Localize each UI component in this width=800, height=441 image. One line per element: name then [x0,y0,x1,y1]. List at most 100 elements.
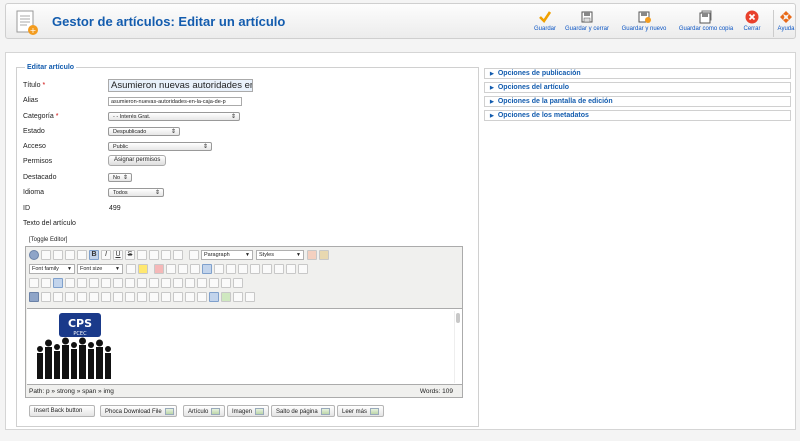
styles-select[interactable]: Styles ▼ [256,250,304,260]
delete-row-icon[interactable] [173,278,183,288]
underline-button[interactable]: U [113,250,123,260]
remove-format-icon[interactable] [307,250,317,260]
access-select[interactable]: Public ⇕ [108,142,212,151]
superscript-icon[interactable] [274,264,284,274]
image-icon[interactable] [53,292,63,302]
save-button[interactable]: Guardar [528,10,562,38]
toggle-editor-link[interactable]: [Toggle Editor] [29,237,67,243]
state-select[interactable]: Despublicado ⇕ [108,127,180,136]
paste-word-icon[interactable] [202,264,212,274]
split-cells-icon[interactable] [209,278,219,288]
unordered-list-icon[interactable] [214,264,224,274]
special-char-icon[interactable] [286,264,296,274]
panel-edit-screen-options[interactable]: ▶ Opciones de la pantalla de edición [484,96,791,107]
merge-cells-icon[interactable] [221,278,231,288]
pagebreak-icon[interactable] [233,292,243,302]
ins-icon[interactable] [137,292,147,302]
ltr-icon[interactable] [29,278,39,288]
paint-brush-icon[interactable] [319,250,329,260]
panel-article-options[interactable]: ▶ Opciones del artículo [484,82,791,93]
panel-metadata-options[interactable]: ▶ Opciones de los metadatos [484,110,791,121]
title-input[interactable]: Asumieron nuevas autoridades en [108,79,253,92]
code-icon[interactable] [185,292,195,302]
phoca-download-button[interactable]: Phoca Download File [100,405,177,417]
save-new-button[interactable]: Guardar y nuevo [618,10,670,38]
undo-icon[interactable] [41,250,51,260]
table-icon[interactable] [125,278,135,288]
unlink-icon[interactable] [89,292,99,302]
visual-aid-icon[interactable] [29,292,39,302]
insert-col-icon[interactable] [185,278,195,288]
fullscreen-icon[interactable] [53,278,63,288]
image-button[interactable]: Imagen [227,405,270,417]
abbr-icon[interactable] [101,292,111,302]
language-select[interactable]: Todos ⇕ [108,188,164,197]
align-left-icon[interactable] [137,250,147,260]
read-more-button[interactable]: Leer más [337,405,385,417]
search-icon[interactable] [89,278,99,288]
subscript-icon[interactable] [262,264,272,274]
replace-icon[interactable] [101,278,111,288]
cell-props-icon[interactable] [149,278,159,288]
featured-select[interactable]: No ⇕ [108,173,132,182]
cite-icon[interactable] [125,292,135,302]
align-justify-icon[interactable] [173,250,183,260]
align-right-icon[interactable] [161,250,171,260]
delete-col-icon[interactable] [197,278,207,288]
help-button[interactable]: Ayuda [776,10,796,38]
font-size-select[interactable]: Font size ▼ [77,264,123,274]
layer-icon[interactable] [233,278,243,288]
scrollbar-thumb[interactable] [456,313,460,323]
cut-icon[interactable] [154,264,164,274]
close-button[interactable]: Cerrar [739,10,765,38]
save-copy-button[interactable]: Guardar como copia [675,10,737,38]
insert-back-button[interactable]: Insert Back button [29,405,95,417]
align-center-icon[interactable] [149,250,159,260]
attribs-icon[interactable] [161,292,171,302]
highlight-color-icon[interactable] [138,264,148,274]
preview-icon[interactable] [65,278,75,288]
panel-publication-options[interactable]: ▶ Opciones de publicación [484,68,791,79]
text-color-icon[interactable] [126,264,136,274]
nonbreaking-icon[interactable] [197,292,207,302]
pilcrow-icon[interactable] [41,292,51,302]
cleanup-icon[interactable] [65,250,75,260]
outdent-icon[interactable] [238,264,248,274]
ordered-list-icon[interactable] [226,264,236,274]
editor-scrollbar[interactable] [454,311,460,383]
indent-icon[interactable] [250,264,260,274]
rtl-icon[interactable] [41,278,51,288]
print-icon[interactable] [77,278,87,288]
format-select[interactable]: Paragraph ▼ [201,250,253,260]
media-icon[interactable] [65,292,75,302]
paste-text-icon[interactable] [190,264,200,274]
strikethrough-button[interactable]: S [125,250,135,260]
hr-icon[interactable] [298,264,308,274]
new-document-icon[interactable] [77,250,87,260]
redo-icon[interactable] [53,250,63,260]
bold-button[interactable]: B [89,250,99,260]
alias-input[interactable]: asumieron-nuevas-autoridades-en-la-caja-… [108,97,242,106]
copy-icon[interactable] [166,264,176,274]
del-icon[interactable] [149,292,159,302]
article-button[interactable]: Artículo [183,405,226,417]
save-close-button[interactable]: Guardar y cerrar [563,10,611,38]
help-icon[interactable] [29,250,39,260]
template-icon[interactable] [209,292,219,302]
spellcheck-icon[interactable] [113,278,123,288]
anchor-icon[interactable] [173,292,183,302]
validate-icon[interactable] [221,292,231,302]
link-icon[interactable] [77,292,87,302]
insert-row-icon[interactable] [161,278,171,288]
assign-permissions-button[interactable]: Asignar permisos [108,155,167,166]
blockquote-icon[interactable] [189,250,199,260]
italic-button[interactable]: I [101,250,111,260]
paste-icon[interactable] [178,264,188,274]
font-family-select[interactable]: Font family ▼ [29,264,75,274]
readmore-icon[interactable] [245,292,255,302]
page-break-button[interactable]: Salto de página [271,405,335,417]
category-select[interactable]: - - Interés Grat. ⇕ [108,112,240,121]
acronym-icon[interactable] [113,292,123,302]
row-props-icon[interactable] [137,278,147,288]
editor-content-area[interactable]: CPS PCEC [27,308,462,385]
